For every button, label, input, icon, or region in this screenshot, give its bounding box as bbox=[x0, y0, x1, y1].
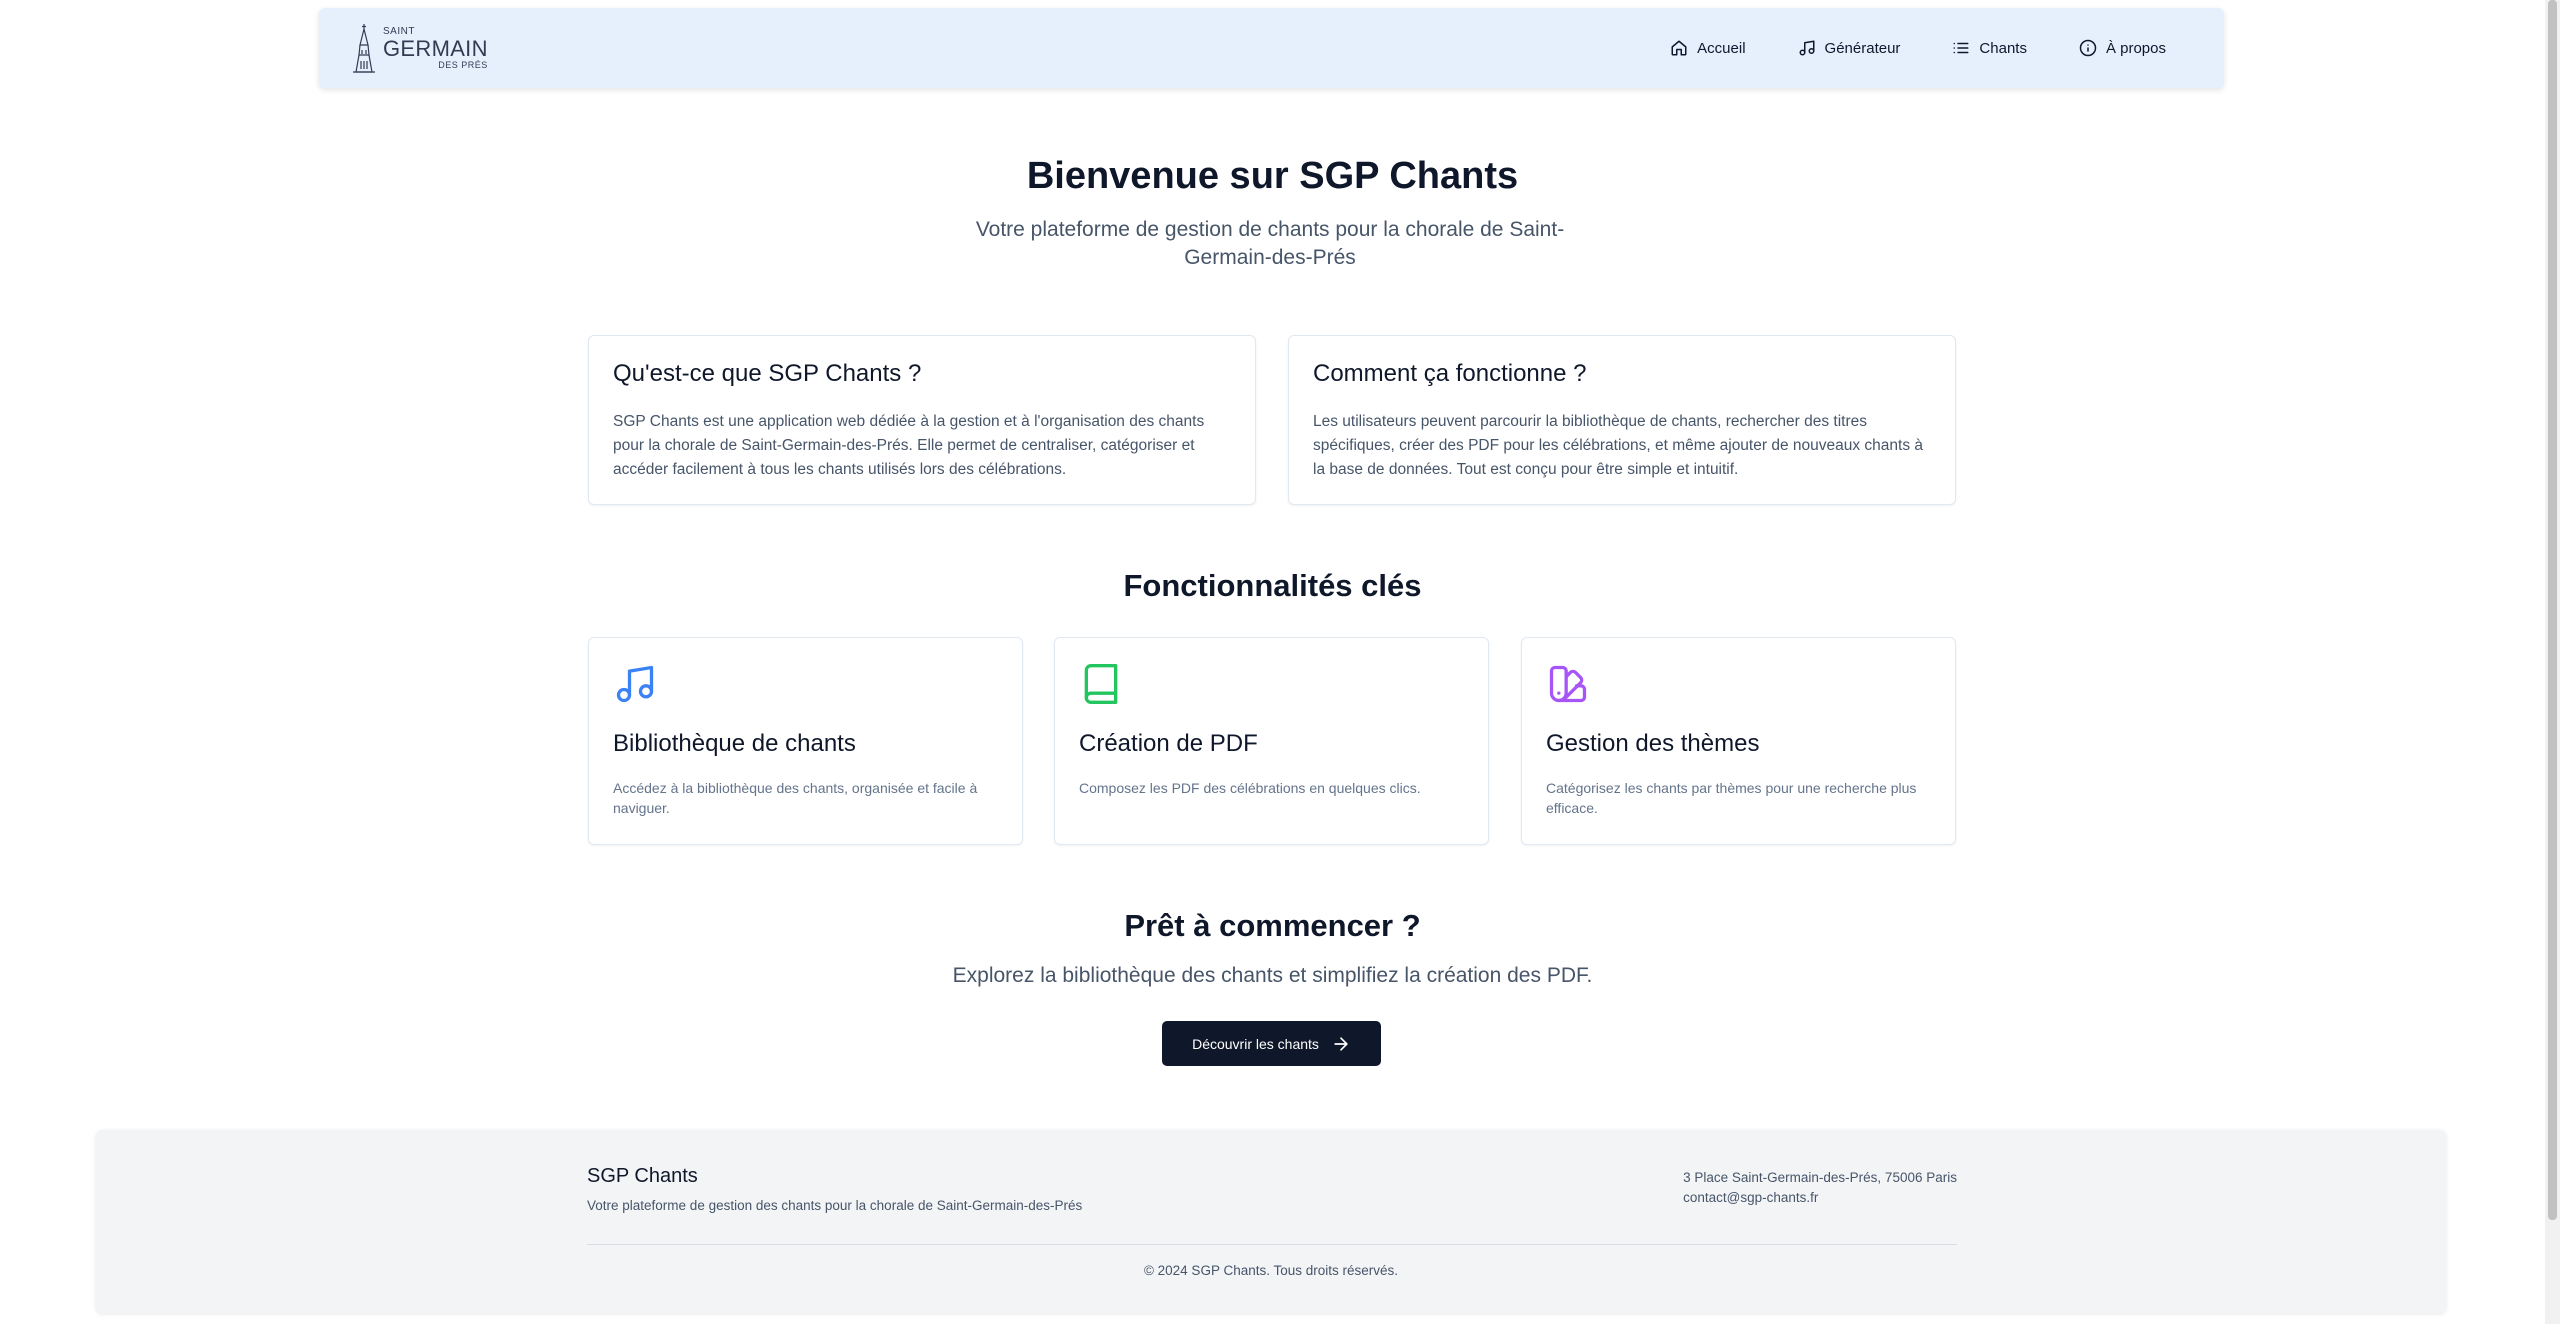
feature-card-themes: Gestion des thèmes Catégorisez les chant… bbox=[1521, 637, 1956, 845]
footer-brand: SGP Chants bbox=[587, 1165, 698, 1187]
logo-des-pres: DES PRÉS bbox=[438, 59, 488, 70]
discover-chants-button[interactable]: Découvrir les chants bbox=[1162, 1021, 1381, 1066]
features-title: Fonctionnalités clés bbox=[1123, 568, 1422, 603]
footer-contact: 3 Place Saint-Germain-des-Prés, 75006 Pa… bbox=[1683, 1168, 1957, 1208]
cta-subtitle: Explorez la bibliothèque des chants et s… bbox=[952, 964, 1593, 987]
nav-label-accueil: Accueil bbox=[1697, 39, 1746, 57]
feature-card-library: Bibliothèque de chants Accédez à la bibl… bbox=[588, 637, 1023, 845]
feature-title: Bibliothèque de chants bbox=[613, 730, 856, 757]
home-icon bbox=[1671, 40, 1687, 56]
scrollbar-thumb[interactable] bbox=[2548, 0, 2557, 1220]
book-icon bbox=[1084, 664, 1118, 704]
feature-card-pdf: Création de PDF Composez les PDF des cél… bbox=[1054, 637, 1489, 845]
info-icon bbox=[2079, 39, 2097, 57]
nav-label-chants: Chants bbox=[1979, 39, 2027, 57]
navbar: SAINT GERMAIN DES PRÉS Accueil Générateu… bbox=[319, 8, 2224, 88]
feature-title: Création de PDF bbox=[1079, 730, 1258, 757]
footer-email[interactable]: contact@sgp-chants.fr bbox=[1683, 1188, 1957, 1208]
info-card-what: Qu'est-ce que SGP Chants ? SGP Chants es… bbox=[588, 335, 1256, 505]
nav-item-a-propos[interactable]: À propos bbox=[2079, 39, 2166, 57]
footer-tagline: Votre plateforme de gestion des chants p… bbox=[587, 1198, 1083, 1213]
feature-text: Accédez à la bibliothèque des chants, or… bbox=[613, 780, 978, 816]
logo-germain: GERMAIN bbox=[383, 35, 488, 61]
nav-item-generateur[interactable]: Générateur bbox=[1798, 39, 1901, 57]
site-logo[interactable]: SAINT GERMAIN DES PRÉS bbox=[351, 23, 488, 73]
feature-text: Catégorisez les chants par thèmes pour u… bbox=[1546, 780, 1917, 816]
list-icon bbox=[1953, 42, 1969, 54]
nav-item-accueil[interactable]: Accueil bbox=[1670, 39, 1746, 57]
footer-copyright: © 2024 SGP Chants. Tous droits réservés. bbox=[1143, 1263, 1399, 1278]
nav-label-a-propos: À propos bbox=[2105, 39, 2166, 57]
info-card-title: Qu'est-ce que SGP Chants ? bbox=[613, 360, 922, 387]
main-nav: Accueil Générateur Chants À propos bbox=[1670, 39, 2166, 57]
swatch-book-icon bbox=[1549, 665, 1587, 703]
feature-title: Gestion des thèmes bbox=[1546, 730, 1760, 757]
vertical-scrollbar[interactable] bbox=[2545, 0, 2560, 1324]
music-note-icon bbox=[616, 665, 654, 703]
info-card-how: Comment ça fonctionne ? Les utilisateurs… bbox=[1288, 335, 1956, 505]
page-title: Bienvenue sur SGP Chants bbox=[1026, 155, 1519, 197]
info-card-title: Comment ça fonctionne ? bbox=[1313, 360, 1587, 387]
info-card-text: Les utilisateurs peuvent parcourir la bi… bbox=[1313, 413, 1923, 478]
footer-address: 3 Place Saint-Germain-des-Prés, 75006 Pa… bbox=[1683, 1170, 1957, 1185]
logo-saint: SAINT bbox=[383, 25, 415, 37]
logo-text: SAINT GERMAIN DES PRÉS bbox=[383, 25, 488, 70]
nav-item-chants[interactable]: Chants bbox=[1952, 39, 2027, 57]
feature-text: Composez les PDF des célébrations en que… bbox=[1079, 780, 1421, 796]
cta-title: Prêt à commencer ? bbox=[1124, 908, 1421, 943]
arrow-right-icon bbox=[1334, 1036, 1348, 1051]
hero-subtitle: Votre plateforme de gestion de chants po… bbox=[975, 218, 1565, 269]
footer: SGP Chants Votre plateforme de gestion d… bbox=[96, 1130, 2446, 1313]
church-logo-icon bbox=[353, 24, 375, 73]
info-card-text: SGP Chants est une application web dédié… bbox=[613, 413, 1205, 478]
footer-divider bbox=[587, 1244, 1957, 1245]
discover-chants-label: Découvrir les chants bbox=[1192, 1035, 1319, 1052]
music-icon bbox=[1799, 40, 1815, 56]
nav-label-generateur: Générateur bbox=[1824, 39, 1901, 57]
